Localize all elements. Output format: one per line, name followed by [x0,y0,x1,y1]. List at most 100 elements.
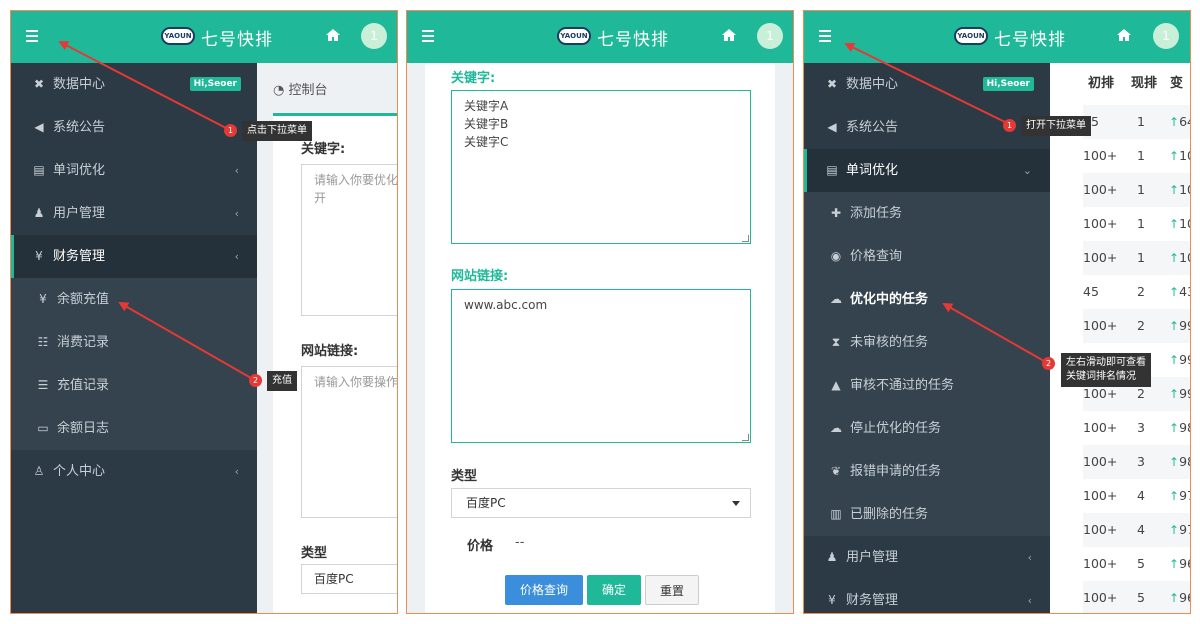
sidebar-item-personal[interactable]: ♙ 个人中心 ‹ [11,450,257,493]
cell-current: 5 [1137,556,1145,571]
sidebar-item-keyword-optimize[interactable]: ▤ 单词优化 ‹ [11,149,257,192]
keyword-input[interactable]: 关键字A 关键字B 关键字C [451,90,751,244]
sidebar-item-balance-log[interactable]: ▭ 余额日志 [11,407,257,450]
leaf-icon: ❦ [830,464,842,478]
brand-name: 七号快排 [994,30,1066,50]
table-row: 100+ 1 ↑10 [1083,173,1190,207]
keyword-input[interactable]: 请输入你要优化 开 [301,164,397,316]
sidebar-item-finance[interactable]: ¥ 财务管理 ‹ [11,235,257,278]
type-select[interactable]: 百度PC [301,564,397,594]
sidebar-item-stopped-tasks[interactable]: ☁ 停止优化的任务 [804,407,1050,450]
panel-task-list: YAOUN 七号快排 1 ✖ 数据中心 Hi,Seoer ◀ 系统公告 ▤ 单词… [803,10,1191,614]
sidebar-item-deleted-tasks[interactable]: ▥ 已删除的任务 [804,493,1050,536]
yen-icon: ¥ [39,292,47,306]
chevron-left-icon: ‹ [234,465,239,478]
cell-initial: 100+ [1083,182,1118,197]
sidebar-item-recharge[interactable]: ¥ 余额充值 [11,278,257,321]
reset-button[interactable]: 重置 [645,575,699,605]
sidebar-item-recharge-records[interactable]: ☰ 充值记录 [11,364,257,407]
resize-handle[interactable] [742,235,749,242]
cell-current: 4 [1137,488,1145,503]
cell-change: 43 [1179,284,1190,299]
cell-current: 3 [1137,420,1145,435]
type-label: 类型 [301,546,328,561]
table-row: 100+ 4 ↑97 [1083,513,1190,547]
keyword-optimize-submenu: ✚ 添加任务 ◉ 价格查询 ☁ 优化中的任务 ⧗ 未审核的任务 ▲ 审核不通过的… [804,192,1050,536]
sidebar-item-optimizing-tasks[interactable]: ☁ 优化中的任务 [804,278,1050,321]
url-label: 网站链接: [301,344,359,359]
sidebar-item-user-manage[interactable]: ♟ 用户管理 ‹ [804,536,1050,579]
cell-current: 5 [1137,590,1145,605]
cell-initial: 100+ [1083,590,1118,605]
price-label: 价格 [315,612,341,613]
dashboard-icon: ✖ [33,77,45,91]
arrow-up-icon: ↑ [1169,149,1180,163]
notification-badge[interactable]: 1 [361,23,387,49]
table-row: 100+ 3 ↑98 [1083,411,1190,445]
list-icon: ▤ [33,163,45,177]
url-value: www.abc.com [464,298,548,312]
top-bar: YAOUN 七号快排 1 [804,11,1190,63]
resize-handle[interactable] [742,434,749,441]
home-icon[interactable] [325,27,341,43]
list-icon: ☰ [37,378,49,392]
cell-initial: 100+ [1083,250,1118,265]
top-bar: YAOUN 七号快排 1 [11,11,397,63]
breadcrumb[interactable]: ◔ 控制台 [273,79,328,98]
arrow-up-icon: ↑ [1169,387,1180,401]
arrow-up-icon: ↑ [1169,455,1180,469]
menu-toggle-icon[interactable] [816,25,838,47]
arrow-up-icon: ↑ [1169,251,1180,265]
hourglass-icon: ⧗ [831,335,841,349]
table-row: 100+ 1 ↑10 [1083,139,1190,173]
table-row: 45 2 ↑43 [1083,275,1190,309]
notification-badge[interactable]: 1 [757,23,783,49]
caret-down-icon [732,501,740,506]
table-row: 100+ 2 ↑99 [1083,309,1190,343]
sidebar-item-data-center[interactable]: ✖ 数据中心 Hi,Seoer [804,63,1050,106]
step-number-badge: 2 [1042,357,1055,370]
cell-change: 99 [1179,352,1190,367]
confirm-button[interactable]: 确定 [587,575,641,605]
sidebar-item-data-center[interactable]: ✖ 数据中心 Hi,Seoer [11,63,257,106]
sidebar-item-announcement[interactable]: ◀ 系统公告 [11,106,257,149]
sidebar-item-pending-tasks[interactable]: ⧗ 未审核的任务 [804,321,1050,364]
top-bar: YAOUN 七号快排 1 [407,11,793,63]
sidebar-item-price-query[interactable]: ◉ 价格查询 [804,235,1050,278]
cell-initial: 100+ [1083,420,1118,435]
cell-current: 1 [1137,148,1145,163]
url-input[interactable]: 请输入你要操作 [301,366,397,518]
rank-table[interactable]: 初排 现排 变化 451↑64100+1↑10100+1↑10100+1↑101… [1050,63,1190,613]
home-icon[interactable] [721,27,737,43]
cell-current: 1 [1137,114,1145,129]
callout-open-menu: 点击下拉菜单 [242,121,312,141]
cell-initial: 100+ [1083,148,1118,163]
sidebar-item-keyword-optimize[interactable]: ▤ 单词优化 ⌄ [804,149,1050,192]
cell-current: 2 [1137,318,1145,333]
keyword-line: 关键字A [464,99,509,113]
home-icon[interactable] [1116,27,1132,43]
url-input[interactable]: www.abc.com [451,289,751,443]
cell-change: 10 [1179,250,1190,265]
sidebar-item-consume-records[interactable]: ☷ 消费记录 [11,321,257,364]
menu-toggle-icon[interactable] [419,25,441,47]
sidebar-item-add-task[interactable]: ✚ 添加任务 [804,192,1050,235]
sidebar-item-user-manage[interactable]: ♟ 用户管理 ‹ [11,192,257,235]
menu-toggle-icon[interactable] [23,25,45,47]
notification-badge[interactable]: 1 [1153,23,1179,49]
arrow-up-icon: ↑ [1169,489,1180,503]
sidebar-item-rejected-tasks[interactable]: ▲ 审核不通过的任务 [804,364,1050,407]
warning-icon: ▲ [831,378,841,392]
type-label: 类型 [451,469,478,484]
step-number-badge: 1 [224,124,237,137]
cell-current: 1 [1137,182,1145,197]
sidebar-item-finance[interactable]: ¥ 财务管理 ‹ [804,579,1050,613]
sidebar: ✖ 数据中心 Hi,Seoer ◀ 系统公告 ▤ 单词优化 ‹ ♟ 用户管理 ‹… [11,63,257,613]
cell-initial: 100+ [1083,522,1118,537]
cloud-download-icon: ☁ [830,421,842,435]
type-select[interactable]: 百度PC [451,488,751,518]
cell-initial: 100+ [1083,488,1118,503]
price-query-button[interactable]: 价格查询 [505,575,583,605]
trash-icon: ▥ [830,507,842,521]
sidebar-item-error-report-tasks[interactable]: ❦ 报错申请的任务 [804,450,1050,493]
